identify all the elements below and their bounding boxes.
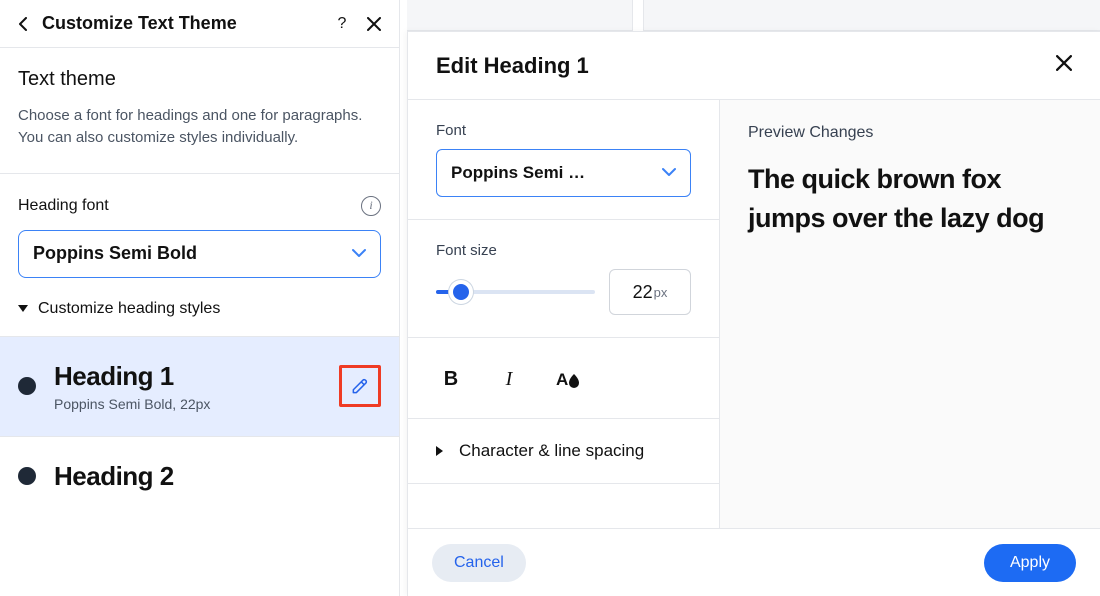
section-title: Text theme — [18, 68, 381, 91]
heading-font-select[interactable]: Poppins Semi Bold — [18, 230, 381, 278]
chevron-left-icon — [18, 17, 28, 31]
bold-button[interactable]: B — [436, 364, 466, 394]
edit-heading-panel: Edit Heading 1 Font Poppins Semi … Font … — [407, 31, 1100, 596]
close-button[interactable] — [363, 13, 385, 35]
bullet-icon — [18, 377, 36, 395]
edit-panel-close[interactable] — [1056, 55, 1072, 76]
back-button[interactable] — [14, 15, 32, 33]
font-size-label: Font size — [436, 242, 691, 259]
font-size-value: 22 — [633, 282, 653, 303]
panel-title: Customize Text Theme — [42, 13, 321, 34]
customize-heading-styles-toggle[interactable]: Customize heading styles — [18, 300, 381, 318]
close-icon — [1056, 55, 1072, 71]
panel-header: Customize Text Theme ? — [0, 0, 399, 48]
font-select[interactable]: Poppins Semi … — [436, 149, 691, 197]
customize-text-theme-panel: Customize Text Theme ? Text theme Choose… — [0, 0, 400, 596]
text-color-icon: A — [554, 368, 580, 390]
italic-button[interactable]: I — [494, 364, 524, 394]
pencil-icon — [350, 376, 370, 396]
heading-font-value: Poppins Semi Bold — [33, 243, 197, 264]
character-line-spacing-toggle[interactable]: Character & line spacing — [408, 419, 719, 484]
apply-button[interactable]: Apply — [984, 544, 1076, 582]
font-size-unit: px — [654, 285, 668, 300]
edit-heading-button[interactable] — [339, 365, 381, 407]
font-select-value: Poppins Semi … — [451, 163, 585, 183]
heading-item-title: Heading 2 — [54, 461, 381, 492]
text-color-button[interactable]: A — [552, 364, 582, 394]
edit-panel-controls: Font Poppins Semi … Font size — [408, 100, 720, 528]
font-size-slider[interactable] — [436, 280, 595, 304]
font-label: Font — [436, 122, 691, 139]
preview-label: Preview Changes — [748, 124, 1072, 142]
edit-panel-footer: Cancel Apply — [408, 528, 1100, 596]
heading-font-label: Heading font — [18, 197, 109, 215]
info-icon[interactable]: i — [361, 196, 381, 216]
triangle-down-icon — [18, 305, 28, 312]
heading-style-item-2[interactable]: Heading 2 — [0, 436, 399, 516]
edit-panel-header: Edit Heading 1 — [408, 32, 1100, 100]
divider — [0, 173, 399, 174]
svg-text:A: A — [556, 370, 568, 389]
heading-style-item-1[interactable]: Heading 1 Poppins Semi Bold, 22px — [0, 336, 399, 436]
chevron-down-icon — [352, 245, 366, 263]
heading-item-meta: Poppins Semi Bold, 22px — [54, 396, 321, 412]
heading-item-title: Heading 1 — [54, 361, 321, 392]
background-tab-stub — [643, 0, 1100, 31]
chevron-down-icon — [662, 164, 676, 182]
help-button[interactable]: ? — [331, 13, 353, 35]
bullet-icon — [18, 467, 36, 485]
background-tab-stub — [407, 0, 633, 31]
cancel-button[interactable]: Cancel — [432, 544, 526, 582]
preview-text: The quick brown fox jumps over the lazy … — [748, 160, 1072, 238]
slider-thumb[interactable] — [453, 284, 469, 300]
preview-pane: Preview Changes The quick brown fox jump… — [720, 100, 1100, 528]
character-line-spacing-label: Character & line spacing — [459, 441, 644, 461]
triangle-right-icon — [436, 446, 443, 456]
edit-panel-title: Edit Heading 1 — [436, 53, 589, 79]
customize-heading-styles-label: Customize heading styles — [38, 300, 220, 318]
section-description: Choose a font for headings and one for p… — [18, 105, 381, 149]
close-icon — [367, 17, 381, 31]
font-size-input[interactable]: 22px — [609, 269, 691, 315]
